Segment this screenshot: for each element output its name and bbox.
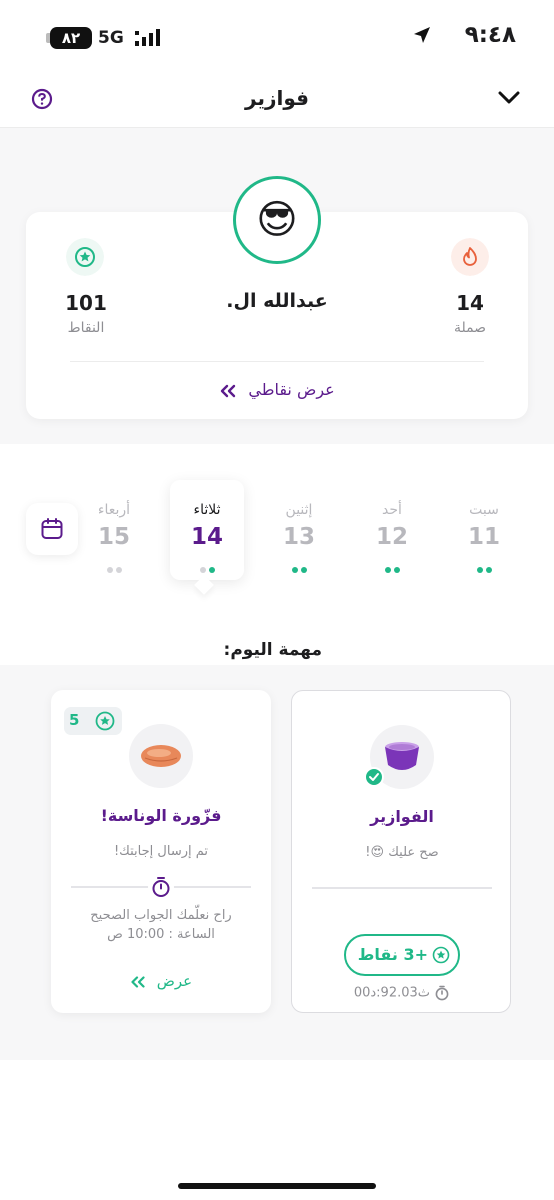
day-name: سبت [469,502,499,518]
section-title: مهمة اليوم: [223,640,322,660]
task-icon [129,724,193,788]
day-number: 15 [97,524,130,550]
view-points-label: عرض نقاطي [248,380,335,399]
day-progress-dots [355,558,429,577]
day-number: 11 [467,524,500,550]
battery-indicator: ٨٢ [50,27,92,49]
page-title: فوازير [245,86,309,110]
star-badge-icon [95,711,115,731]
divider [312,887,492,889]
date-fruit-icon [141,745,181,767]
streak-label: صملة [453,320,487,336]
divider [70,361,484,362]
completion-time-value: ث92.03:د00 [353,985,431,1001]
home-indicator [178,1183,376,1189]
day-number: 13 [282,524,315,550]
chevron-down-icon[interactable] [497,88,521,106]
star-badge-icon [432,946,450,964]
avatar: 😎 [233,176,321,264]
task-icon [364,725,434,789]
reward-badge: +3 نقاط [344,934,460,976]
view-label: عرض [156,972,193,990]
points-value: 101 [65,291,107,315]
calendar-icon [41,518,63,539]
day-name: أربعاء [97,502,131,518]
avatar-emoji: 😎 [256,197,298,243]
completion-time: ث92.03:د00 [292,985,512,1001]
reward-text: +3 نقاط [357,945,428,964]
timer-badge [148,874,174,900]
day-name: إثنين [285,502,313,518]
status-time: ٩:٤٨ [464,22,516,48]
calendar-button[interactable] [26,503,78,555]
stopwatch-icon [152,877,170,897]
day-progress-dots [447,558,521,577]
check-badge-icon [364,767,384,787]
day-number: 14 [190,524,223,550]
task-status: صح عليك 😍! [365,845,439,860]
days-strip: سبت 11 أحد 12 إثنين 13 ثلاثاء 14 أربعاء … [0,480,554,600]
streak-value: 14 [456,291,484,315]
note-line-2: الساعة : 10:00 ص [107,927,215,942]
points-badge-value: 5 [69,711,80,729]
network-type: 5G [98,28,124,48]
day-name: أحد [382,502,402,518]
day-name: ثلاثاء [193,502,221,518]
double-chevron-left-icon [131,975,145,988]
double-chevron-left-icon [221,384,236,397]
day-wednesday[interactable]: أربعاء 15 [77,480,151,580]
day-progress-dots [262,558,336,577]
task-card-winasa-riddle[interactable]: 5 فزّورة الوناسة! تم إرسال إجابتك! راح ن… [51,690,271,1013]
points-badge: 5 [64,707,122,735]
view-points-link[interactable]: عرض نقاطي [0,380,554,399]
day-progress-dots [77,558,151,577]
task-name: فزّورة الوناسة! [100,806,222,825]
day-tuesday-selected[interactable]: ثلاثاء 14 [170,480,244,580]
signal-icon [135,29,160,46]
flame-icon [451,238,489,276]
day-monday[interactable]: إثنين 13 [262,480,336,580]
day-sunday[interactable]: أحد 12 [355,480,429,580]
points-star-icon [66,238,104,276]
location-arrow-icon [414,27,430,43]
user-name: عبدالله ال. [226,290,328,312]
bowl-icon [385,742,419,770]
points-label: النقاط [67,320,105,336]
nav-bar: فوازير [0,78,554,128]
view-button[interactable]: عرض [51,972,271,990]
task-name: الفوازير [370,807,434,826]
answer-reveal-note: راح نعلّمك الجواب الصحيح الساعة : 10:00 … [51,906,271,944]
day-number: 12 [375,524,408,550]
day-progress-dots [170,558,244,577]
note-line-1: راح نعلّمك الجواب الصحيح [90,908,232,923]
task-card-fawazeer[interactable]: الفوازير صح عليك 😍! +3 نقاط ث92.03:د00 [291,690,511,1013]
stopwatch-icon [435,985,449,1001]
day-saturday[interactable]: سبت 11 [447,480,521,580]
task-status: تم إرسال إجابتك! [113,844,209,859]
status-bar: ٩:٤٨ ٨٢ 5G [0,0,554,78]
